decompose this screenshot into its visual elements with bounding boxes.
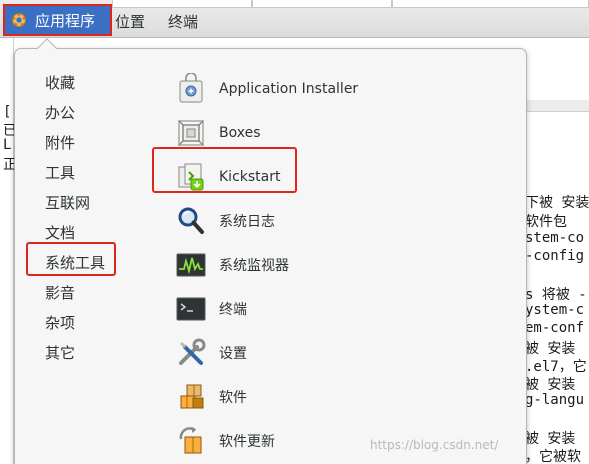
terminal-line: 被 安装 (525, 377, 576, 393)
window-tab-edge (112, 0, 252, 8)
top-panel: 应用程序 位置 终端 (0, 0, 589, 38)
terminal-line: 软件包 (525, 214, 567, 230)
terminal-line: ystem-c (525, 302, 585, 318)
category-utilities[interactable]: 工具 (45, 163, 75, 183)
app-application-installer[interactable]: Application Installer (175, 70, 505, 108)
category-internet[interactable]: 互联网 (45, 193, 90, 213)
app-system-log[interactable]: 系统日志 (175, 202, 505, 240)
boxes-icon (178, 120, 204, 146)
app-label: Boxes (219, 125, 261, 141)
app-label: 系统日志 (219, 214, 275, 230)
category-accessories[interactable]: 附件 (45, 133, 75, 153)
system-monitor-icon (176, 253, 206, 277)
app-label: 设置 (219, 346, 247, 362)
terminal-line: 被 安装 (525, 431, 576, 447)
watermark-text: https://blog.csdn.net/ (370, 438, 499, 452)
terminal-line: .el7，它 (525, 359, 587, 375)
terminal-line: -config (525, 248, 585, 264)
terminal-left-edge: [ 已 L 正 (0, 38, 17, 464)
settings-icon (179, 338, 206, 365)
application-installer-icon (179, 73, 203, 103)
terminal-line: g-langu (525, 392, 585, 408)
category-sundry[interactable]: 杂项 (45, 313, 75, 333)
software-icon (180, 384, 204, 409)
category-other[interactable]: 其它 (45, 343, 75, 363)
category-highlight-box (26, 242, 116, 276)
gnome-foot-icon (12, 13, 26, 27)
app-software[interactable]: 软件 (175, 378, 505, 416)
app-label: 系统监视器 (219, 258, 289, 274)
category-documents[interactable]: 文档 (45, 223, 75, 243)
system-log-icon (178, 207, 204, 234)
app-settings[interactable]: 设置 (175, 334, 505, 372)
places-menu[interactable]: 位置 (115, 11, 145, 32)
terminal-menu[interactable]: 终端 (168, 11, 198, 32)
app-label: 软件更新 (219, 434, 275, 450)
app-label: 软件 (219, 390, 247, 406)
applications-menu-label: 应用程序 (35, 11, 96, 30)
software-update-icon (179, 427, 202, 454)
terminal-line: s 将被 - (525, 287, 587, 303)
terminal-line: em-conf (525, 320, 585, 336)
terminal-char: L (3, 137, 12, 153)
app-system-monitor[interactable]: 系统监视器 (175, 246, 505, 284)
app-label: 终端 (219, 302, 247, 318)
terminal-line: 下被 安装 (525, 195, 589, 211)
app-label: Application Installer (219, 81, 359, 97)
terminal-char: [ (3, 104, 12, 120)
category-office[interactable]: 办公 (45, 103, 75, 123)
window-tab-edge (252, 0, 392, 8)
terminal-icon (176, 297, 206, 321)
terminal-line: 被 安装 (525, 341, 576, 357)
kickstart-highlight-box (152, 147, 297, 193)
category-sound-video[interactable]: 影音 (45, 283, 75, 303)
category-favorites[interactable]: 收藏 (45, 73, 75, 93)
app-terminal[interactable]: 终端 (175, 290, 505, 328)
applications-menu-button[interactable]: 应用程序 (3, 4, 112, 36)
terminal-line: stem-co (525, 230, 585, 246)
terminal-line: ，它被软 (525, 449, 581, 464)
window-tab-edge (392, 0, 589, 8)
